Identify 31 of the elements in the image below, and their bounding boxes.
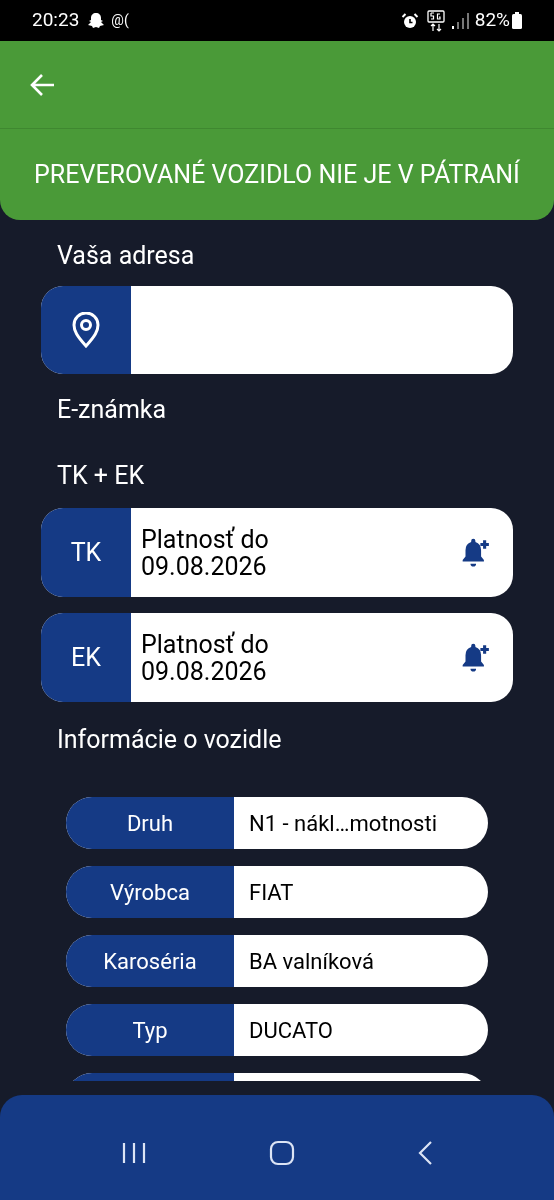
inspection-label: EK [71, 641, 101, 674]
validity-text: Platnosť do 09.08.2026 [141, 630, 270, 685]
info-value: BA valníková [248, 947, 374, 976]
status-banner: PREVEROVANÉ VOZIDLO NIE JE V PÁTRANÍ [0, 128, 554, 220]
info-label: Výrobca [110, 878, 190, 907]
validity-text: Platnosť do 09.08.2026 [141, 525, 270, 580]
network-5g-icon [426, 9, 445, 32]
info-label: Karoséria [103, 947, 197, 976]
info-value: N1 - nákl…motnosti [248, 809, 438, 838]
battery-icon [512, 12, 522, 29]
section-heading: Informácie o vozidle [57, 724, 283, 756]
ghost-icon [87, 11, 106, 30]
clock: 20:23 [32, 7, 80, 34]
back-icon[interactable] [417, 1139, 433, 1166]
recent-apps-icon[interactable] [121, 1140, 147, 1165]
info-label: Druh [126, 809, 174, 838]
info-label: Typ [132, 1016, 168, 1045]
inspection-label: TK [70, 536, 102, 569]
info-value: FIAT [248, 878, 294, 907]
home-icon[interactable] [269, 1139, 295, 1166]
address-field[interactable] [41, 286, 513, 374]
alarm-icon [400, 11, 419, 30]
section-heading: Vaša adresa [57, 240, 196, 272]
info-value: DUCATO [248, 1016, 333, 1045]
section-heading: E-známka [57, 394, 168, 426]
signal-icon [450, 11, 469, 30]
notification-text: @( [111, 11, 129, 30]
section-heading: TK + EK [57, 460, 146, 492]
battery-percentage: 82% [474, 7, 510, 34]
location-pin-icon [71, 312, 101, 348]
back-arrow-icon[interactable] [30, 72, 56, 97]
